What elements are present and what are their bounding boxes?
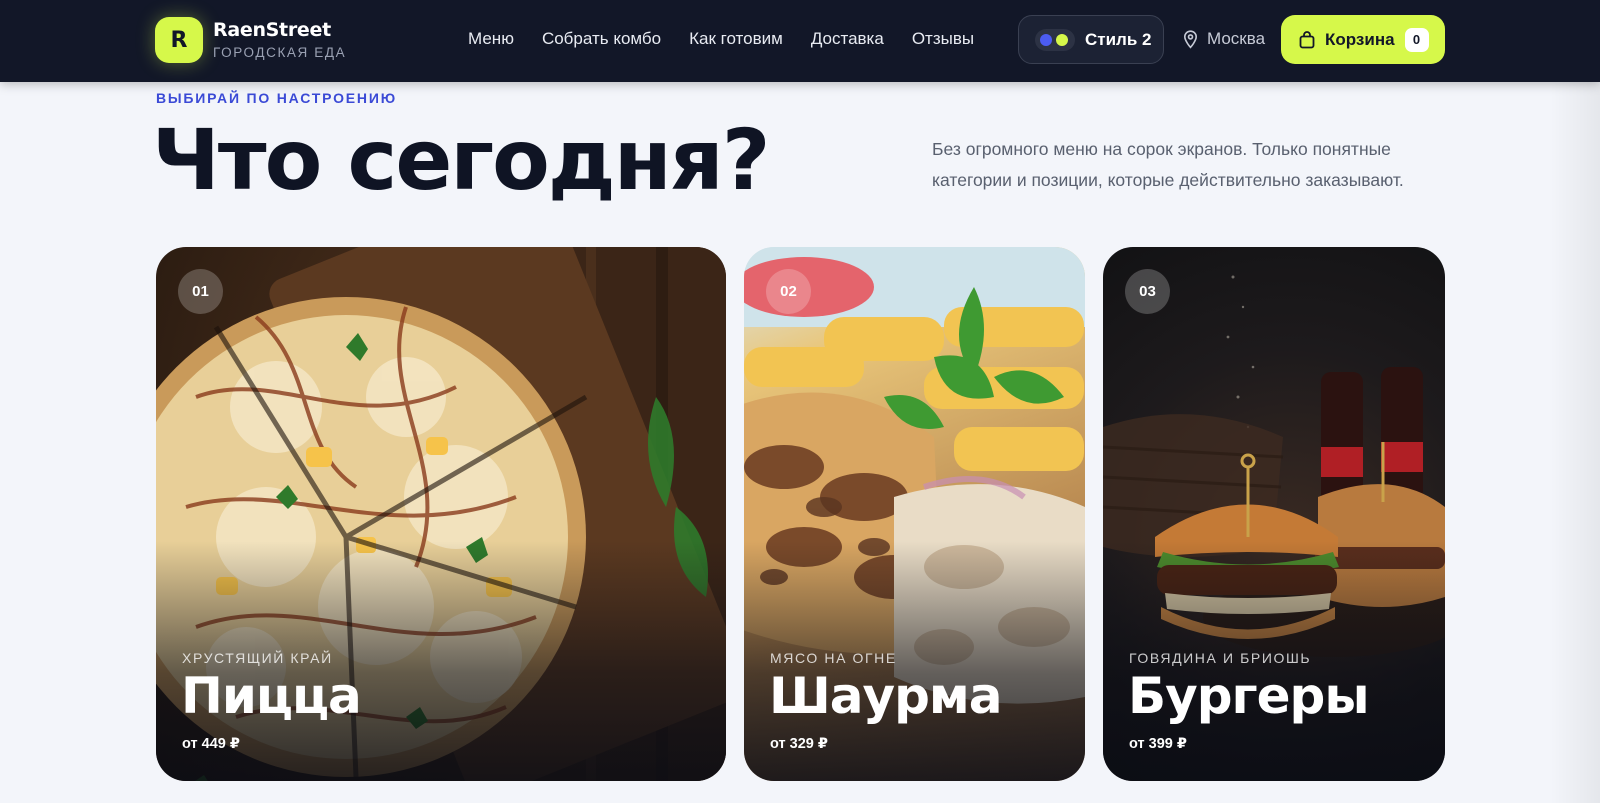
nav-item-reviews[interactable]: Отзывы bbox=[912, 29, 974, 49]
lime-dot bbox=[1056, 33, 1068, 46]
nav-item-how-we-cook[interactable]: Как готовим bbox=[689, 29, 783, 49]
logo-badge: R bbox=[155, 17, 203, 63]
logo[interactable]: R RaenStreet ГОРОДСКАЯ ЕДА bbox=[155, 17, 346, 63]
brand-subtitle: ГОРОДСКАЯ ЕДА bbox=[213, 44, 347, 60]
cart-button[interactable]: Корзина 0 bbox=[1281, 15, 1445, 64]
card-title: Пицца bbox=[181, 667, 362, 725]
city-selector[interactable]: Москва bbox=[1183, 0, 1265, 78]
card-tagline: ХРУСТЯЩИЙ КРАЙ bbox=[182, 650, 333, 666]
site-header: R RaenStreet ГОРОДСКАЯ ЕДА Меню Собрать … bbox=[0, 0, 1600, 82]
style-toggle-label: Стиль 2 bbox=[1085, 29, 1152, 49]
card-tagline: МЯСО НА ОГНЕ bbox=[770, 650, 897, 666]
card-price: от 329 ₽ bbox=[770, 736, 828, 752]
nav-item-combo[interactable]: Собрать комбо bbox=[542, 29, 661, 49]
category-card-burgers[interactable]: 03 ГОВЯДИНА И БРИОШЬ Бургеры от 399 ₽ bbox=[1103, 247, 1445, 781]
category-card-pizza[interactable]: 01 ХРУСТЯЩИЙ КРАЙ Пицца от 449 ₽ bbox=[156, 247, 726, 781]
card-price: от 449 ₽ bbox=[182, 736, 240, 752]
card-number-badge: 02 bbox=[766, 269, 811, 314]
section-intro: Без огромного меню на сорок экранов. Тол… bbox=[932, 139, 1404, 190]
section-eyebrow: ВЫБИРАЙ ПО НАСТРОЕНИЮ bbox=[156, 90, 397, 106]
page-title: Что сегодня? bbox=[152, 111, 770, 209]
card-title: Шаурма bbox=[769, 667, 1003, 725]
card-number-badge: 03 bbox=[1125, 269, 1170, 314]
cart-label: Корзина bbox=[1325, 29, 1395, 49]
main-nav: Меню Собрать комбо Как готовим Доставка … bbox=[468, 0, 974, 78]
nav-item-delivery[interactable]: Доставка bbox=[811, 29, 884, 49]
style-toggle-button[interactable]: Стиль 2 bbox=[1018, 15, 1164, 64]
style-toggle-dots bbox=[1035, 28, 1075, 51]
card-price: от 399 ₽ bbox=[1129, 736, 1187, 752]
location-pin-icon bbox=[1183, 29, 1198, 49]
shopping-bag-icon bbox=[1299, 30, 1315, 48]
card-title: Бургеры bbox=[1128, 667, 1370, 725]
blue-dot bbox=[1040, 33, 1052, 46]
brand-name: RaenStreet bbox=[213, 18, 331, 41]
category-card-shawarma[interactable]: 02 МЯСО НА ОГНЕ Шаурма от 329 ₽ bbox=[744, 247, 1085, 781]
logo-text: RaenStreet ГОРОДСКАЯ ЕДА bbox=[213, 18, 347, 60]
nav-item-menu[interactable]: Меню bbox=[468, 29, 514, 49]
edge-shadow bbox=[1550, 82, 1600, 803]
card-number-badge: 01 bbox=[178, 269, 223, 314]
cart-count-badge: 0 bbox=[1404, 27, 1429, 52]
city-label: Москва bbox=[1207, 29, 1266, 48]
card-tagline: ГОВЯДИНА И БРИОШЬ bbox=[1129, 650, 1312, 666]
